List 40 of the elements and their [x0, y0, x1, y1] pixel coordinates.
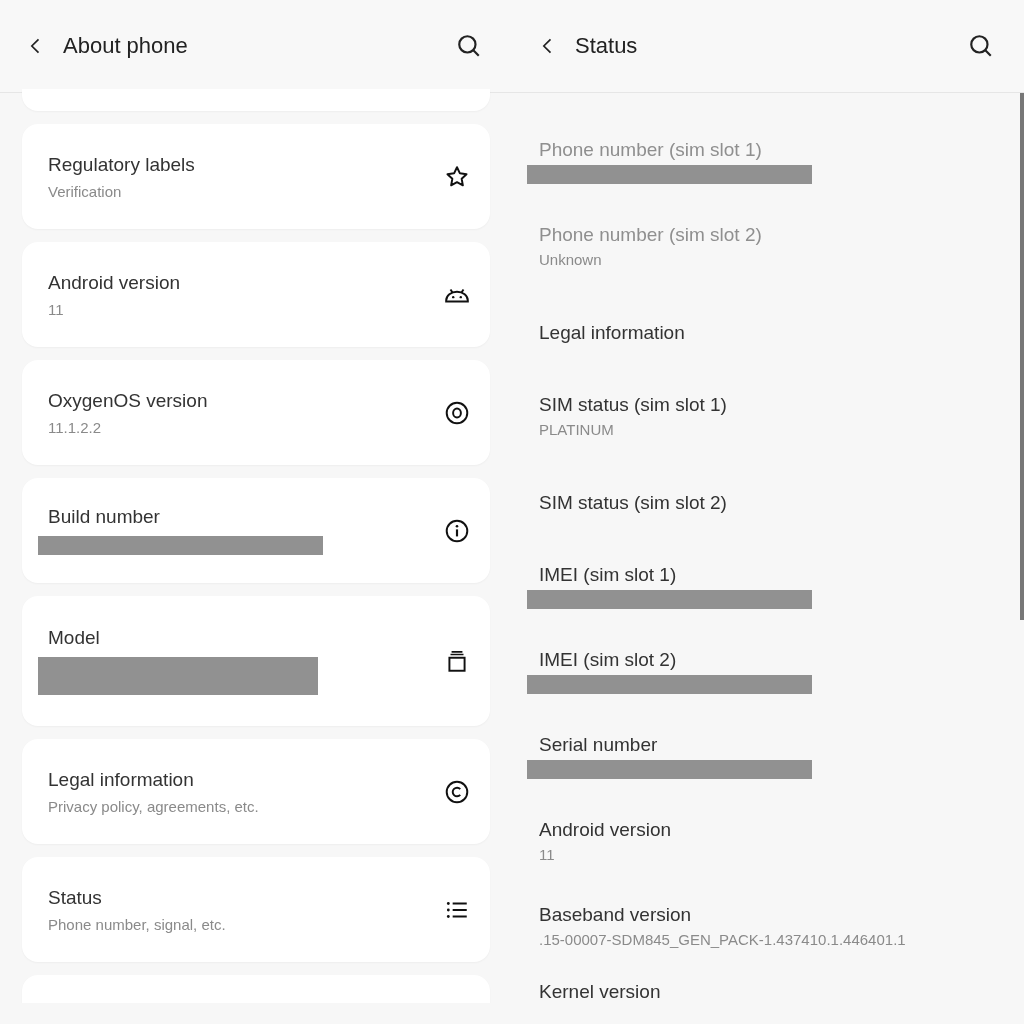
setting-title[interactable]: Legal information	[539, 322, 1024, 344]
setting-value: Unknown	[539, 251, 603, 268]
setting-value: Verification	[48, 182, 123, 200]
search-icon[interactable]	[456, 33, 482, 59]
setting-title[interactable]: Kernel version	[539, 981, 1024, 1003]
circle-o-icon	[444, 399, 470, 426]
setting-title: Regulatory labels	[48, 153, 196, 176]
setting-title[interactable]: Serial number	[539, 734, 1024, 756]
setting-title: Model	[48, 627, 101, 649]
setting-value: Privacy policy, agreements, etc.	[48, 797, 260, 815]
settings-card[interactable]: Status Phone number, signal, etc.	[22, 857, 490, 962]
setting-title: OxygenOS version	[48, 389, 209, 412]
setting-title: Build number	[48, 506, 161, 528]
search-icon[interactable]	[968, 33, 994, 59]
scrollbar[interactable]	[1020, 93, 1024, 620]
setting-title: Status	[48, 886, 103, 909]
page-title: About phone	[63, 33, 189, 59]
settings-card[interactable]: Model	[22, 596, 490, 726]
setting-title[interactable]: SIM status (sim slot 1)	[539, 394, 1024, 416]
settings-card[interactable]: Build number	[22, 478, 490, 583]
settings-card[interactable]: Legal information Privacy policy, agreements, etc.	[22, 739, 490, 844]
setting-title[interactable]: Baseband version	[539, 904, 1024, 926]
setting-value: Phone number, signal, etc.	[48, 915, 227, 933]
setting-title[interactable]: IMEI (sim slot 2)	[539, 649, 1024, 671]
setting-title[interactable]: Android version	[539, 819, 1024, 841]
setting-value: 11.1.2.2	[48, 418, 103, 436]
settings-card[interactable]: Regulatory labels Verification	[22, 124, 490, 229]
setting-value: PLATINUM	[539, 421, 615, 438]
settings-card[interactable]: OxygenOS version 11.1.2.2	[22, 360, 490, 465]
setting-value: 11	[539, 846, 556, 863]
setting-title[interactable]: SIM status (sim slot 2)	[539, 492, 1024, 514]
setting-value: 11	[48, 300, 65, 318]
copyright-icon	[444, 778, 470, 805]
setting-value: .15-00007-SDM845_GEN_PACK-1.437410.1.446401.1	[539, 931, 907, 948]
setting-title[interactable]: IMEI (sim slot 1)	[539, 564, 1024, 586]
settings-card[interactable]: Android version 11	[22, 242, 490, 347]
setting-title: Legal information	[48, 768, 195, 791]
page-title: Status	[575, 33, 639, 59]
setting-title: Android version	[48, 271, 182, 294]
info-icon	[444, 517, 470, 544]
